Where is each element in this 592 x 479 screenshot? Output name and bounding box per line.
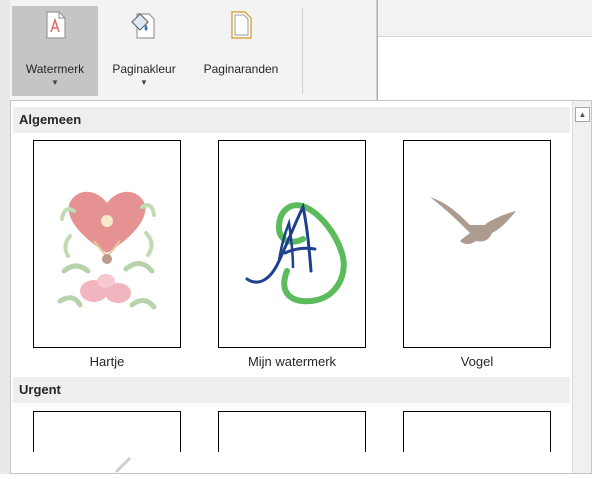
page-borders-icon [231,11,252,39]
urgent-watermark-1-icon [114,456,132,474]
bird-watermark-icon [430,197,516,244]
item-caption: Vogel [460,354,494,369]
gallery-item-vogel[interactable]: Vogel [403,140,551,369]
page-thumbnail [33,411,181,474]
page-thumbnail [403,411,551,452]
watermark-icon [46,11,66,39]
gallery-item-hartje[interactable]: Hartje [33,140,181,369]
ribbon-background [378,0,592,37]
page-thumbnail [218,411,366,452]
page-thumbnail [33,140,181,348]
section-header-algemeen: Algemeen [13,107,570,133]
page-background-group: Watermerk ▼ Paginakleur ▼ Paginaranden [10,0,377,100]
gallery-scrollbar[interactable]: ▲ [572,101,591,473]
page-thumbnail [218,140,366,348]
page-color-icon [131,13,155,39]
heart-watermark-icon [57,191,157,310]
page-color-label: Paginakleur [112,62,176,76]
page-color-button[interactable]: Paginakleur ▼ [100,6,188,96]
section-header-urgent: Urgent [13,377,570,403]
gallery-item-urgent-1[interactable] [33,411,181,474]
scroll-up-arrow-icon[interactable]: ▲ [575,107,590,122]
chevron-down-icon: ▼ [140,78,148,87]
watermark-button[interactable]: Watermerk ▼ [12,6,98,96]
watermark-gallery[interactable]: Algemeen Hartje Mijn watermerk Vogel Urg… [10,100,592,474]
gallery-item-urgent-3[interactable] [403,411,551,452]
gallery-item-mijn-watermerk[interactable]: Mijn watermerk [218,140,366,369]
chevron-down-icon: ▼ [51,78,59,87]
page-thumbnail [403,140,551,348]
group-separator [302,8,303,94]
page-borders-label: Paginaranden [203,62,279,76]
item-caption: Hartje [89,354,125,369]
watermark-label: Watermerk [25,62,85,76]
page-borders-button[interactable]: Paginaranden [190,6,292,96]
gallery-item-urgent-2[interactable] [218,411,366,452]
item-caption: Mijn watermerk [247,354,337,369]
left-panel-edge [0,0,10,474]
monogram-a-watermark-icon [245,202,347,305]
